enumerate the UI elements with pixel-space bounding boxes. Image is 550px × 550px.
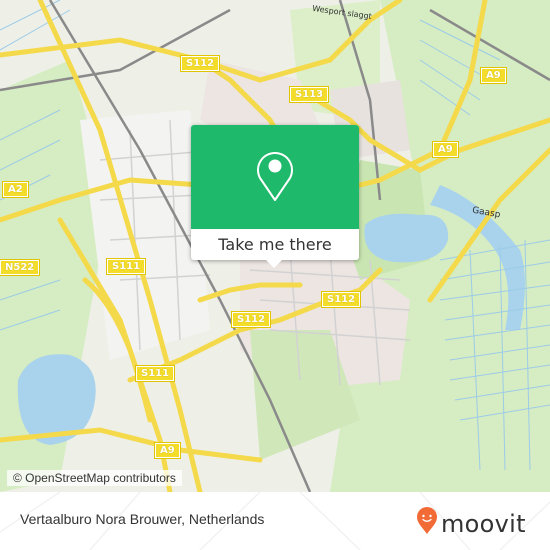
road-label: S112 xyxy=(179,55,221,72)
popup-pointer xyxy=(266,260,282,268)
map-pin-icon xyxy=(255,148,295,207)
road-label: S111 xyxy=(105,258,147,275)
moovit-logo[interactable]: moovit xyxy=(416,507,526,540)
road-label: S112 xyxy=(230,311,272,328)
road-label: A2 xyxy=(2,181,29,198)
road-label: A9 xyxy=(154,442,181,459)
take-me-there-button[interactable]: Take me there xyxy=(191,229,359,260)
map-attribution[interactable]: © OpenStreetMap contributors xyxy=(7,470,182,486)
road-label: A9 xyxy=(432,141,459,158)
popup-header xyxy=(191,125,359,229)
directions-popup[interactable]: Take me there xyxy=(191,125,359,268)
road-label: N522 xyxy=(0,259,41,276)
brand-name: moovit xyxy=(441,509,526,538)
road-label: S113 xyxy=(288,86,330,103)
moovit-pin-icon xyxy=(416,507,438,540)
road-label: A9 xyxy=(480,67,507,84)
location-title: Vertaalburo Nora Brouwer, Netherlands xyxy=(20,511,265,527)
road-label: S112 xyxy=(320,291,362,308)
road-label: S111 xyxy=(134,365,176,382)
